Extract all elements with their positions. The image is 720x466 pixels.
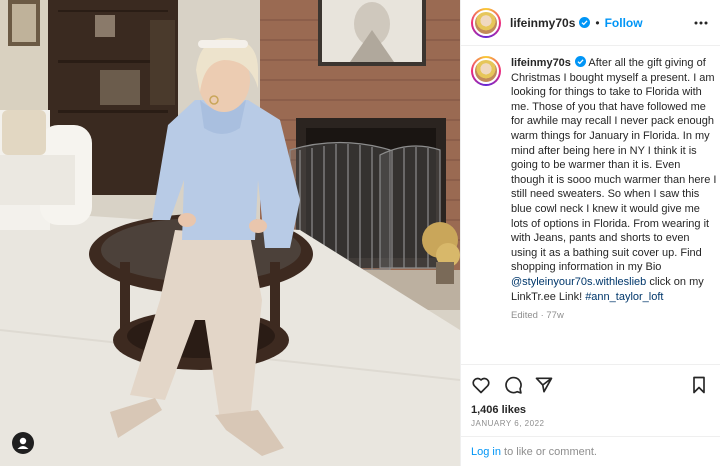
avatar[interactable]: [471, 7, 501, 38]
mention-link[interactable]: @styleinyour70s.withleslieb: [511, 276, 646, 288]
user-tag-icon[interactable]: [12, 432, 34, 454]
post-sidebar: lifeinmy70s • Follow lifeinmy70s After a…: [460, 0, 720, 466]
comment-prompt: to like or comment.: [500, 446, 597, 458]
separator-dot: •: [595, 15, 600, 30]
post-image: [0, 0, 460, 466]
hashtag-link[interactable]: #ann_taylor_loft: [585, 291, 663, 303]
caption-area: lifeinmy70s After all the gift giving of…: [461, 46, 720, 356]
more-options-icon[interactable]: [693, 16, 709, 30]
post-photo[interactable]: [0, 0, 460, 466]
heart-icon[interactable]: [471, 375, 491, 395]
caption-username[interactable]: lifeinmy70s: [511, 57, 571, 69]
login-link[interactable]: Log in: [471, 446, 501, 458]
action-bar: [461, 364, 720, 400]
caption-avatar[interactable]: [471, 56, 501, 86]
like-count[interactable]: 1,406 likes: [471, 404, 526, 416]
comment-login-bar: Log in to like or comment.: [461, 436, 720, 466]
caption-body: After all the gift giving of Christmas I…: [511, 57, 717, 274]
verified-badge-icon: [579, 17, 591, 28]
share-icon[interactable]: [534, 375, 554, 395]
username-link[interactable]: lifeinmy70s: [510, 16, 575, 30]
post-header: lifeinmy70s • Follow: [461, 0, 720, 46]
bookmark-icon[interactable]: [689, 375, 709, 395]
post-date: JANUARY 6, 2022: [471, 419, 545, 428]
comment-icon[interactable]: [503, 375, 523, 395]
caption-text: lifeinmy70s After all the gift giving of…: [511, 56, 717, 304]
follow-button[interactable]: Follow: [605, 16, 643, 30]
caption-verified-icon: [574, 56, 586, 67]
edited-timestamp: Edited · 77w: [511, 310, 564, 322]
